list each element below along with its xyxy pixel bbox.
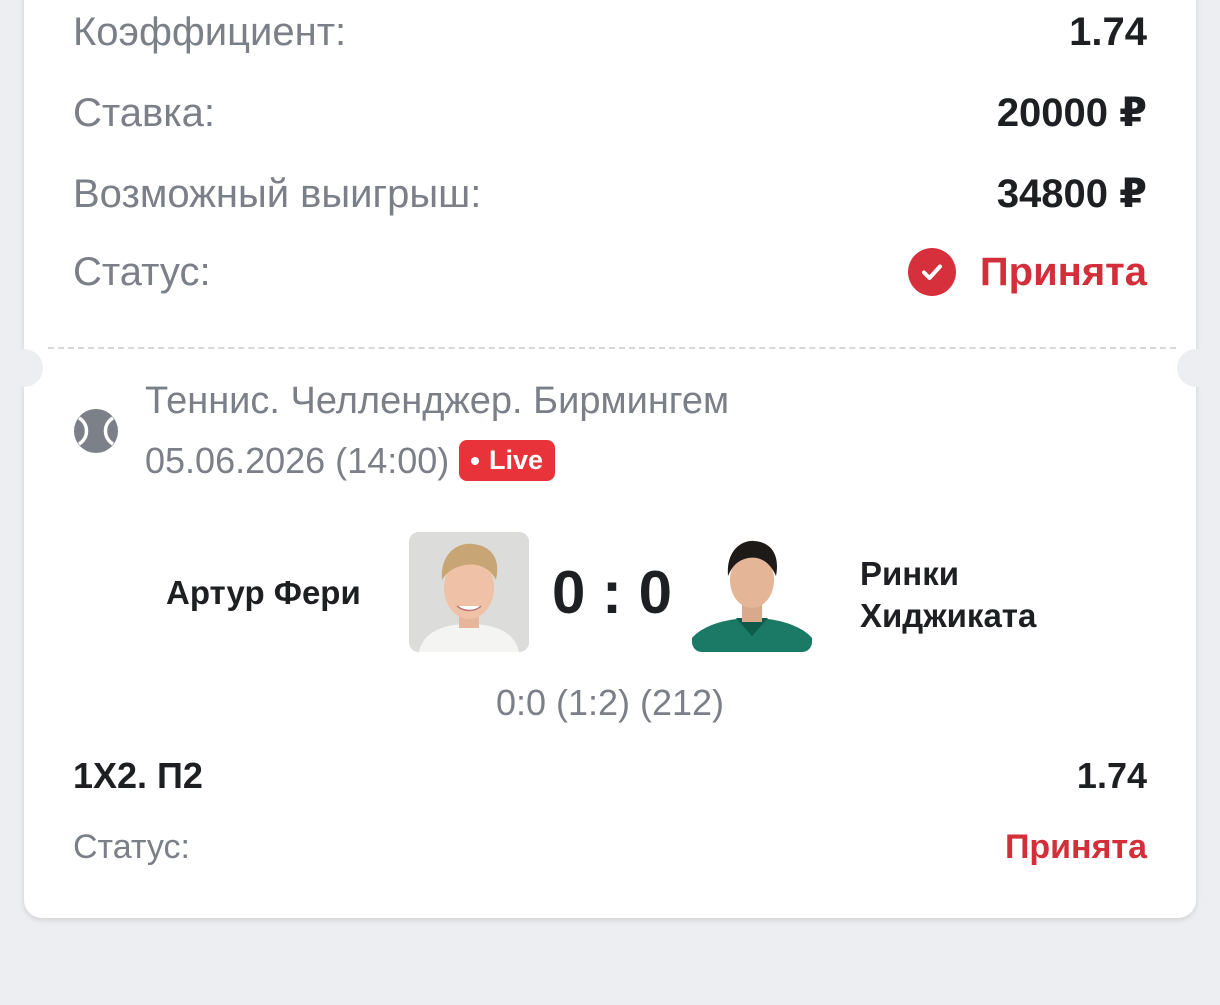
match-score: 0 : 0 <box>551 559 673 626</box>
odds-label: Коэффициент: <box>73 10 347 54</box>
live-dot-icon <box>470 456 479 465</box>
odds-row: Коэффициент: 1.74 <box>73 10 1147 55</box>
team2-name-line1: Ринки <box>860 555 960 592</box>
payout-label: Возможный выигрыш: <box>73 171 482 216</box>
odds-value: 1.74 <box>1069 10 1147 54</box>
ticket-notch-right <box>1177 349 1215 387</box>
stake-label: Ставка: <box>73 90 215 135</box>
stake-row: Ставка: 20000 ₽ <box>73 90 1147 136</box>
tennis-ball-icon <box>73 408 119 454</box>
tournament-name: Теннис. Челленджер. Бирмингем <box>145 380 730 422</box>
team2-name-line2: Хиджиката <box>860 597 1037 634</box>
event-datetime: 05.06.2026 (14:00) <box>145 440 450 481</box>
stake-value: 20000 ₽ <box>996 91 1147 135</box>
payout-row: Возможный выигрыш: 34800 ₽ <box>73 171 1147 217</box>
bet-market: 1X2. П2 <box>73 755 203 796</box>
status-value: Принята <box>979 249 1147 294</box>
payout-value: 34800 ₽ <box>996 172 1147 216</box>
live-label: Live <box>488 445 544 475</box>
bet-odds: 1.74 <box>1076 755 1147 796</box>
ticket-notch-left <box>5 349 43 387</box>
team1-avatar <box>409 532 529 652</box>
team2-name: Ринки Хиджиката <box>860 553 1036 637</box>
live-badge: Live <box>459 440 555 481</box>
status-label: Статус: <box>73 249 211 294</box>
set-scores: 0:0 (1:2) (212) <box>495 682 725 723</box>
bet-status-value: Принята <box>1004 828 1147 866</box>
check-circle-icon <box>907 248 956 296</box>
bet-status-label: Статус: <box>73 828 190 866</box>
status-row: Статус: Принята <box>73 248 1147 296</box>
status-value-group: Принята <box>907 248 1147 296</box>
team2-avatar <box>692 532 812 652</box>
ticket-divider <box>48 347 1176 349</box>
team1-name: Артур Фери <box>166 574 361 611</box>
